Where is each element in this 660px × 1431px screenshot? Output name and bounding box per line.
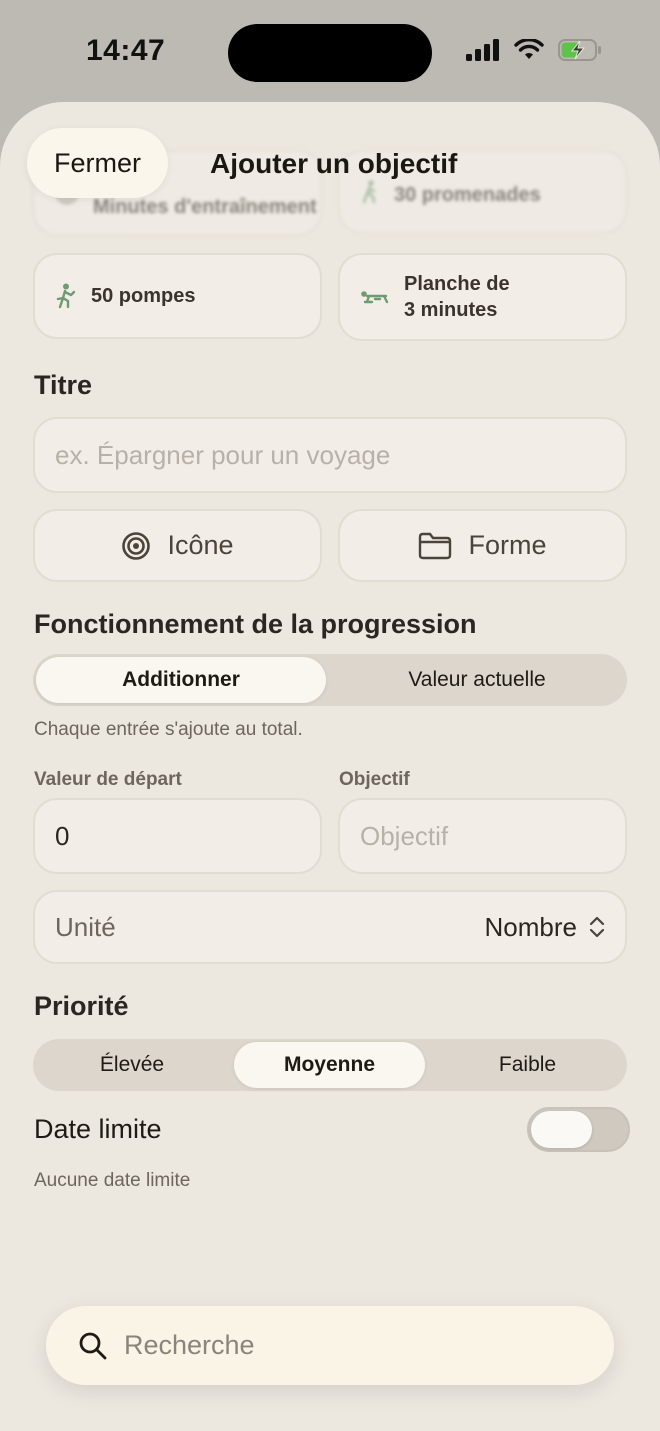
status-time: 14:47 (86, 34, 166, 67)
close-button[interactable]: Fermer (27, 128, 168, 198)
deadline-caption: Aucune date limite (34, 1170, 191, 1191)
suggestion-plank[interactable]: Planche de 3 minutes (338, 253, 627, 341)
wifi-icon (514, 39, 544, 59)
progress-section-label: Fonctionnement de la progression (34, 609, 477, 639)
deadline-label: Date limite (34, 1114, 162, 1144)
segment-moyenne[interactable]: Moyenne (234, 1042, 425, 1088)
segment-additionner[interactable]: Additionner (36, 657, 326, 703)
cellular-signal-icon (466, 39, 499, 61)
folder-icon (419, 532, 452, 559)
icon-picker-label: Icône (167, 530, 234, 560)
toggle-knob (531, 1111, 592, 1148)
suggestion-label: Planche de 3 minutes (404, 271, 510, 323)
search-bar[interactable] (46, 1306, 614, 1385)
segment-valeur-actuelle[interactable]: Valeur actuelle (330, 657, 624, 703)
unit-label: Unité (55, 911, 116, 942)
start-value-text: 0 (55, 820, 70, 851)
priority-section-label: Priorité (34, 991, 129, 1021)
suggestion-push-ups[interactable]: 50 pompes (33, 253, 322, 339)
goal-value-placeholder: Objectif (360, 820, 449, 851)
segment-elevee[interactable]: Élevée (36, 1042, 228, 1088)
title-section-label: Titre (34, 370, 93, 400)
status-icons (466, 38, 602, 62)
start-value-label: Valeur de départ (34, 769, 182, 790)
suggestion-label-line2: 3 minutes (404, 299, 498, 321)
plank-figure-icon (361, 291, 389, 304)
target-icon (122, 531, 151, 560)
unit-picker[interactable]: Unité Nombre (33, 890, 627, 964)
goal-value-input[interactable]: Objectif (338, 798, 627, 874)
battery-charging-icon (558, 39, 601, 61)
unit-selection: Nombre (485, 912, 605, 943)
title-input-placeholder: ex. Épargner pour un voyage (55, 439, 391, 470)
deadline-toggle[interactable] (527, 1107, 630, 1152)
shape-picker-button[interactable]: Forme (338, 509, 627, 582)
sheet-header: Fermer Ajouter un objectif (0, 102, 660, 212)
segment-faible[interactable]: Faible (431, 1042, 624, 1088)
progress-mode-segmented-control: Additionner Valeur actuelle (33, 654, 627, 706)
suggestion-label-line1: Planche de (404, 273, 510, 295)
shape-picker-label: Forme (468, 530, 547, 560)
push-up-figure-icon (56, 283, 76, 309)
search-input[interactable] (124, 1330, 564, 1361)
start-value-input[interactable]: 0 (33, 798, 322, 874)
priority-segmented-control: Élevée Moyenne Faible (33, 1039, 627, 1091)
dynamic-island (228, 24, 432, 82)
search-icon (79, 1332, 107, 1359)
sheet-title: Ajouter un objectif (210, 148, 458, 179)
title-input[interactable]: ex. Épargner pour un voyage (33, 417, 627, 493)
suggestion-label: 50 pompes (91, 285, 196, 307)
status-bar: 14:47 (0, 0, 660, 100)
chevron-up-down-icon (589, 916, 605, 938)
progress-caption: Chaque entrée s'ajoute au total. (34, 719, 303, 740)
goal-value-label: Objectif (339, 769, 410, 790)
add-goal-sheet: Fermer Ajouter un objectif Minutes d'ent… (0, 102, 660, 1431)
icon-picker-button[interactable]: Icône (33, 509, 322, 582)
unit-value: Nombre (484, 911, 577, 942)
